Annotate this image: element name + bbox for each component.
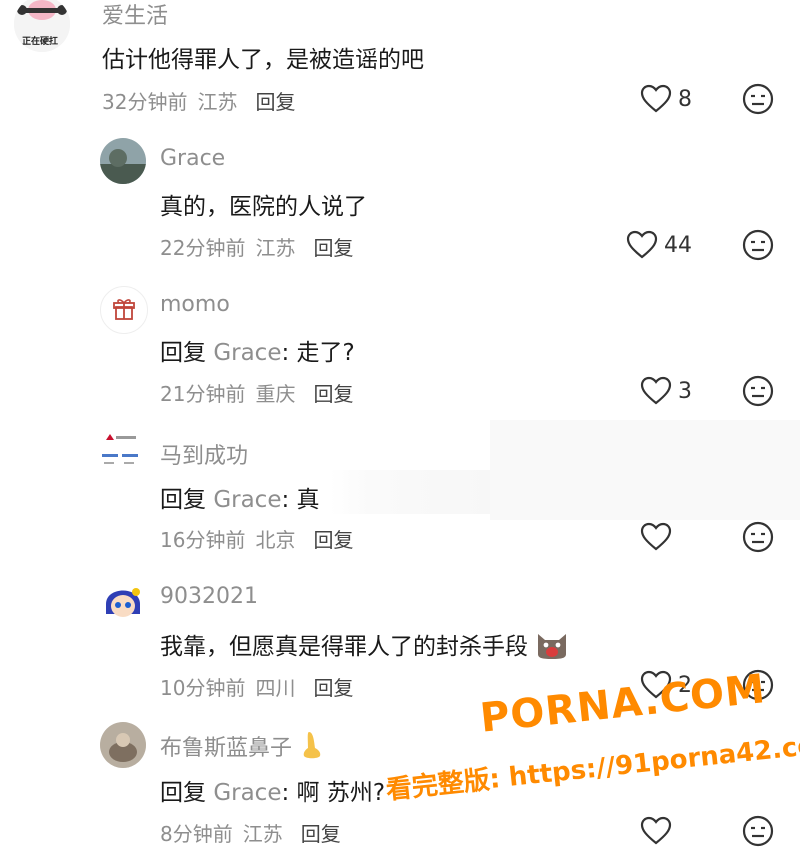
timestamp: 32分钟前 — [102, 90, 188, 114]
reply-button[interactable]: 回复 — [255, 90, 295, 114]
reply-target[interactable]: Grace — [213, 340, 281, 366]
reply-button[interactable]: 回复 — [313, 676, 353, 700]
reply-prefix: 回复 — [160, 780, 206, 806]
comment-text: 回复 Grace: 啊 苏州? — [160, 773, 385, 807]
watermark-brand: PORNA.COM — [478, 666, 768, 742]
reply-button[interactable]: 回复 — [313, 382, 353, 406]
heart-icon — [640, 816, 672, 845]
username[interactable]: 马到成功 — [160, 438, 248, 470]
dislike-icon[interactable] — [742, 83, 774, 115]
nose-emoji-icon — [303, 732, 321, 759]
watermark-url: 看完整版: https://91porna42.com — [384, 728, 800, 806]
username[interactable]: momo — [160, 292, 230, 317]
dislike-icon[interactable] — [742, 229, 774, 261]
dislike-icon[interactable] — [742, 815, 774, 847]
comment-meta: 32分钟前 江苏 回复 — [102, 86, 295, 115]
location: 北京 — [255, 528, 296, 552]
reply-target[interactable]: Grace — [213, 780, 281, 806]
location: 江苏 — [242, 822, 283, 846]
redaction-blur — [330, 470, 490, 514]
heart-icon — [640, 84, 672, 113]
timestamp: 22分钟前 — [160, 236, 246, 260]
logo-avatar-icon — [98, 430, 144, 476]
avatar[interactable] — [100, 578, 146, 624]
username[interactable]: 9032021 — [160, 584, 258, 609]
timestamp: 21分钟前 — [160, 382, 246, 406]
username-text: 布鲁斯蓝鼻子 — [160, 736, 293, 761]
avatar[interactable] — [100, 286, 148, 334]
comment-meta: 21分钟前 重庆 回复 — [160, 378, 353, 407]
like-button[interactable] — [640, 816, 672, 846]
comment-text: 回复 Grace: 真 — [160, 480, 320, 514]
photo-avatar-icon — [100, 722, 146, 768]
avatar[interactable] — [98, 430, 144, 476]
timestamp: 10分钟前 — [160, 676, 246, 700]
reply-prefix: 回复 — [160, 487, 206, 513]
avatar-label: 正在硬扛 — [22, 37, 59, 47]
heart-icon — [626, 230, 658, 259]
landscape-avatar-icon — [100, 138, 146, 184]
like-button[interactable] — [640, 522, 672, 552]
comment-body: 我靠，但愿真是得罪人了的封杀手段 — [160, 634, 528, 660]
comment-meta: 22分钟前 江苏 回复 — [160, 232, 353, 261]
avatar[interactable]: 正在硬扛 — [14, 0, 70, 52]
username[interactable]: 爱生活 — [102, 0, 168, 30]
dislike-icon[interactable] — [742, 521, 774, 553]
avatar[interactable] — [100, 722, 146, 768]
gift-icon — [113, 299, 135, 320]
username[interactable]: 布鲁斯蓝鼻子 — [160, 730, 325, 762]
avatar[interactable] — [100, 138, 146, 184]
dislike-icon[interactable] — [742, 375, 774, 407]
like-button[interactable]: 8 — [640, 84, 692, 114]
comment-text: 真的，医院的人说了 — [160, 194, 367, 220]
comment-text: 估计他得罪人了，是被造谣的吧 — [102, 47, 424, 73]
like-button[interactable]: 3 — [640, 376, 692, 406]
like-count: 44 — [664, 232, 692, 258]
comment-body: : 啊 苏州? — [281, 780, 386, 806]
location: 江苏 — [197, 90, 238, 114]
location: 江苏 — [255, 236, 296, 260]
heart-icon — [640, 376, 672, 405]
username[interactable]: Grace — [160, 146, 225, 171]
reply-button[interactable]: 回复 — [301, 822, 341, 846]
timestamp: 8分钟前 — [160, 822, 233, 846]
cat-emoji-icon — [538, 634, 567, 659]
comment-meta: 10分钟前 四川 回复 — [160, 672, 353, 701]
reply-button[interactable]: 回复 — [313, 528, 353, 552]
reply-button[interactable]: 回复 — [313, 236, 353, 260]
comment-body: : 走了? — [281, 340, 355, 366]
comment-meta: 16分钟前 北京 回复 — [160, 524, 353, 553]
comment-body: : 真 — [281, 487, 320, 513]
comment-text: 回复 Grace: 走了? — [160, 333, 355, 367]
like-button[interactable]: 44 — [626, 230, 692, 260]
comment-meta: 8分钟前 江苏 回复 — [160, 818, 341, 847]
timestamp: 16分钟前 — [160, 528, 246, 552]
location: 重庆 — [255, 382, 296, 406]
anime-avatar-icon — [100, 578, 146, 624]
location: 四川 — [255, 676, 296, 700]
like-count: 3 — [678, 378, 692, 404]
reply-prefix: 回复 — [160, 340, 206, 366]
like-count: 8 — [678, 86, 692, 112]
reply-target[interactable]: Grace — [213, 487, 281, 513]
heart-icon — [640, 522, 672, 551]
comment-text: 我靠，但愿真是得罪人了的封杀手段 — [160, 627, 569, 661]
redaction-blur — [490, 420, 800, 520]
